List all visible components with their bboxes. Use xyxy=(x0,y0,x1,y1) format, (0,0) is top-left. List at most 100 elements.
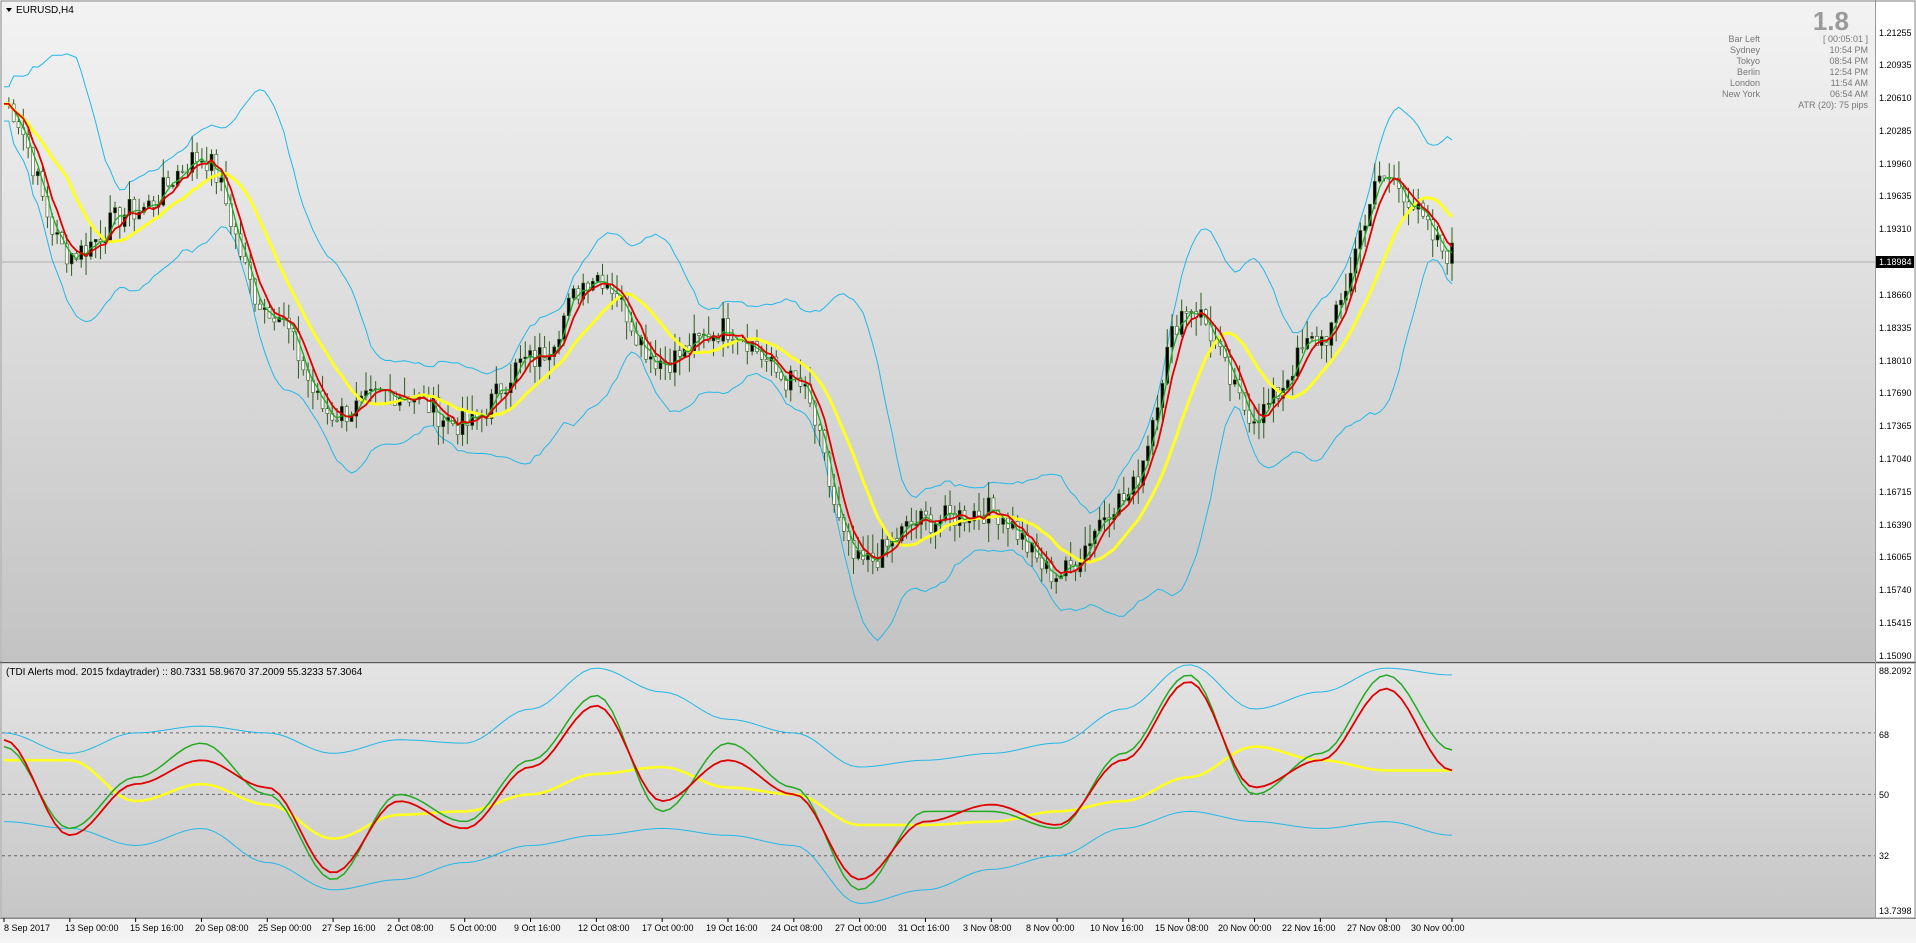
info-value: 10:54 PM xyxy=(1829,45,1868,55)
chart-canvas[interactable]: EURUSD,H4 (TDI Alerts mod. 2015 fxdaytra… xyxy=(0,0,1916,938)
candle-body xyxy=(243,255,248,263)
price-tick-label: 1.19960 xyxy=(1879,159,1912,169)
candle-body xyxy=(1261,404,1266,424)
candle-body xyxy=(219,177,223,183)
time-tick-label: 17 Oct 00:00 xyxy=(642,923,694,933)
candle-body xyxy=(200,160,204,163)
candle-body xyxy=(441,420,446,427)
time-tick-label: 12 Oct 08:00 xyxy=(578,923,630,933)
time-tick-label: 8 Nov 00:00 xyxy=(1026,923,1075,933)
candle-body xyxy=(1121,493,1126,501)
candle-body xyxy=(648,356,653,360)
candle-body xyxy=(571,288,576,299)
symbol-header[interactable]: EURUSD,H4 xyxy=(6,5,74,16)
time-tick-label: 10 Nov 16:00 xyxy=(1090,923,1144,933)
time-tick-label: 20 Sep 08:00 xyxy=(195,923,249,933)
time-tick-label: 27 Nov 08:00 xyxy=(1347,923,1401,933)
time-tick-label: 25 Sep 00:00 xyxy=(258,923,312,933)
candle-body xyxy=(1233,379,1237,385)
price-tick-label: 1.20610 xyxy=(1879,93,1912,103)
candle-body xyxy=(113,207,117,214)
candle-body xyxy=(93,239,98,243)
candle-body xyxy=(258,303,262,310)
time-tick-label: 15 Sep 16:00 xyxy=(130,923,184,933)
price-tick-label: 1.17365 xyxy=(1879,421,1912,431)
time-tick-label: 19 Oct 16:00 xyxy=(706,923,758,933)
time-tick-label: 3 Nov 08:00 xyxy=(963,923,1012,933)
candle-body xyxy=(1310,336,1314,339)
price-tick-label: 1.20935 xyxy=(1879,60,1912,70)
candle-body xyxy=(1039,557,1044,570)
candle-body xyxy=(948,505,952,514)
candle-body xyxy=(967,520,972,524)
candle-body xyxy=(986,497,991,524)
info-label: Berlin xyxy=(1737,67,1760,77)
candle-body xyxy=(924,510,928,516)
candle-body xyxy=(904,521,909,527)
candle-body xyxy=(933,523,938,533)
price-tick-label: 1.18660 xyxy=(1879,290,1912,300)
candle-body xyxy=(272,317,277,323)
indicator-pane[interactable] xyxy=(2,664,1875,918)
candle-body xyxy=(885,539,890,547)
price-tick-label: 1.15090 xyxy=(1879,651,1912,661)
price-tick-label: 1.19310 xyxy=(1879,224,1912,234)
price-tick-label: 1.15740 xyxy=(1879,585,1912,595)
candle-body xyxy=(325,408,330,414)
candle-body xyxy=(1266,403,1271,405)
time-tick-label: 9 Oct 16:00 xyxy=(514,923,561,933)
current-price-label: 1.18984 xyxy=(1879,257,1912,267)
candle-body xyxy=(369,389,373,391)
price-tick-label: 1.18335 xyxy=(1879,323,1912,333)
info-value: 11:54 AM xyxy=(1831,78,1868,88)
candle-body xyxy=(16,121,21,128)
symbol-label: EURUSD,H4 xyxy=(16,5,74,16)
time-tick-label: 8 Sep 2017 xyxy=(4,923,50,933)
candle-body xyxy=(721,318,725,342)
candle-body xyxy=(595,274,600,282)
info-value: 12:54 PM xyxy=(1829,67,1868,77)
candle-body xyxy=(731,339,735,341)
indicator-tick-label: 13.7398 xyxy=(1879,906,1912,916)
candle-body xyxy=(697,333,701,336)
candle-body xyxy=(764,359,769,362)
info-value: 06:54 AM xyxy=(1830,89,1868,99)
indicator-tick-label: 50 xyxy=(1879,790,1889,800)
indicator-tick-label: 88.2092 xyxy=(1879,666,1912,676)
candle-body xyxy=(1300,347,1305,350)
candle-body xyxy=(1068,560,1073,566)
candle-body xyxy=(677,350,682,357)
candle-body xyxy=(166,177,170,187)
candle-body xyxy=(817,424,822,431)
candle-body xyxy=(1252,421,1256,424)
info-label: London xyxy=(1730,78,1760,88)
price-tick-label: 1.17690 xyxy=(1879,388,1912,398)
candle-body xyxy=(880,539,885,568)
candle-body xyxy=(629,321,634,332)
price-tick-label: 1.17040 xyxy=(1879,454,1912,464)
indicator-tick-label: 68 xyxy=(1879,730,1889,740)
price-pane[interactable] xyxy=(2,2,1875,661)
candle-body xyxy=(1184,310,1189,314)
time-tick-label: 31 Oct 16:00 xyxy=(898,923,950,933)
candle-body xyxy=(1377,175,1382,182)
candle-body xyxy=(875,560,880,568)
time-tick-label: 20 Nov 00:00 xyxy=(1218,923,1272,933)
time-tick-label: 24 Oct 08:00 xyxy=(771,923,823,933)
time-tick-label: 13 Sep 00:00 xyxy=(65,923,119,933)
candle-body xyxy=(301,360,306,371)
candle-body xyxy=(151,200,156,208)
price-tick-label: 1.16390 xyxy=(1879,520,1912,530)
candle-body xyxy=(55,232,59,235)
indicator-tick-label: 32 xyxy=(1879,851,1889,861)
time-axis[interactable]: 8 Sep 2017 13 Sep 00:00 15 Sep 16:00 20 … xyxy=(4,923,1465,933)
price-tick-label: 1.20285 xyxy=(1879,126,1912,136)
candle-body xyxy=(832,486,836,505)
candle-body xyxy=(195,152,199,162)
candle-body xyxy=(991,497,996,511)
time-tick-label: 27 Sep 16:00 xyxy=(322,923,376,933)
info-value: 08:54 PM xyxy=(1829,56,1868,66)
info-label: Bar Left xyxy=(1728,34,1760,44)
candle-body xyxy=(1406,201,1411,208)
candle-body xyxy=(1102,517,1107,521)
